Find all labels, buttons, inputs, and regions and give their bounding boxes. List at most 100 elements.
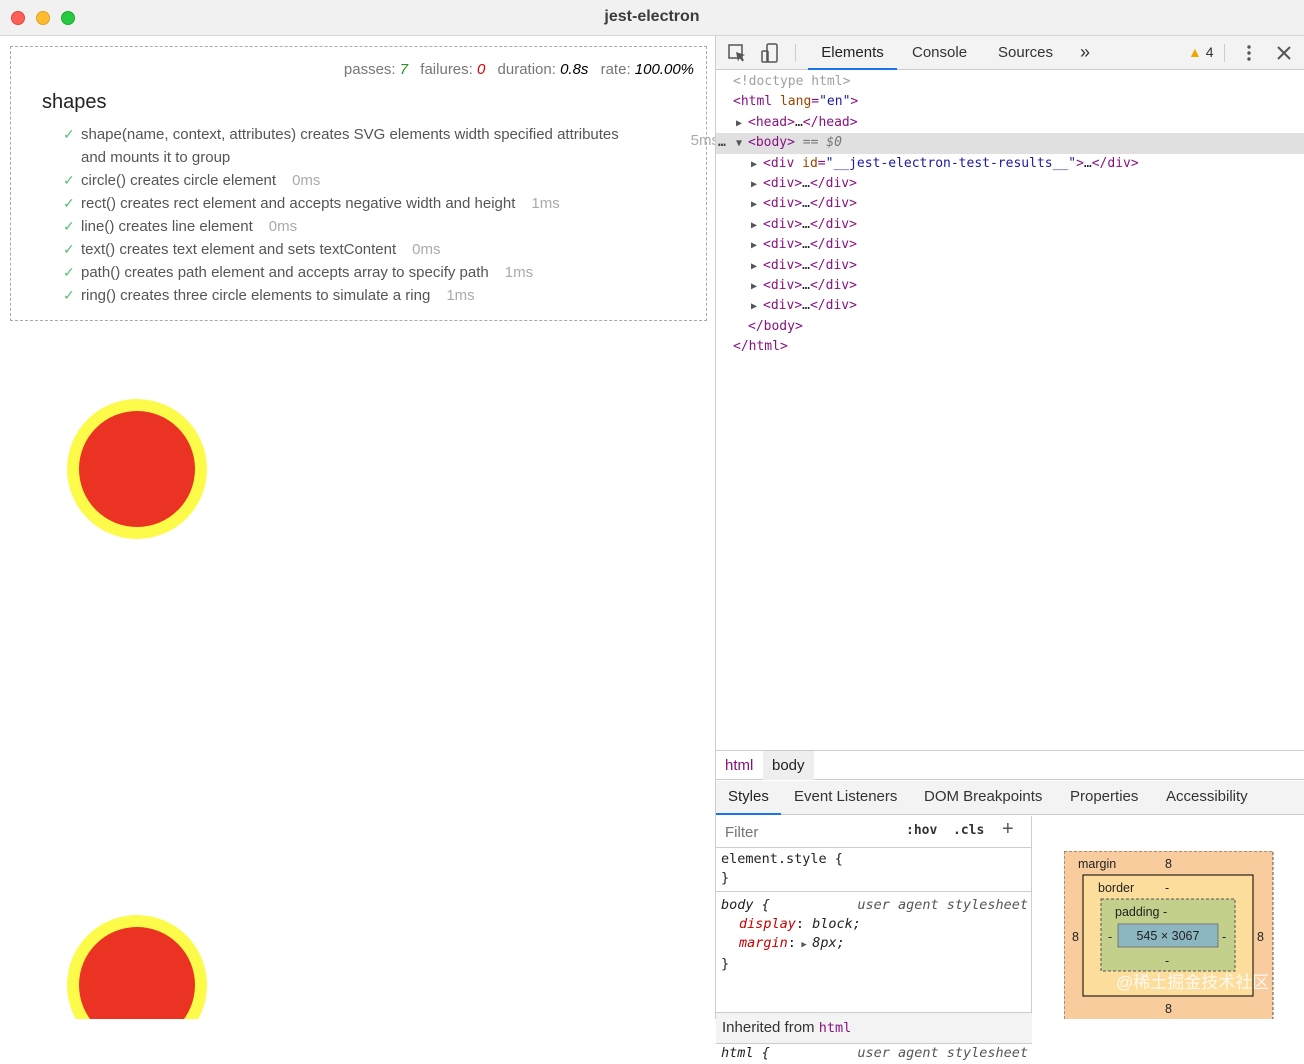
tab-dom-breakpoints[interactable]: DOM Breakpoints: [924, 781, 1042, 815]
tag-name: div: [770, 298, 795, 314]
tag-name: html: [740, 94, 773, 110]
expand-triangle-icon[interactable]: ▶: [751, 277, 763, 297]
device-toolbar-icon[interactable]: [759, 42, 781, 64]
expand-triangle-icon[interactable]: ▶: [751, 257, 763, 277]
test-duration: 1ms: [446, 287, 475, 304]
check-icon: ✓: [63, 195, 75, 211]
dom-html-node[interactable]: <html lang="en">: [716, 92, 1304, 112]
kebab-menu-icon[interactable]: [1238, 42, 1260, 64]
tag-name: div: [1107, 155, 1131, 171]
rule-selector[interactable]: html {: [721, 1045, 770, 1061]
dom-div-node[interactable]: ▶ <div>…</div>: [716, 235, 1304, 255]
collapse-triangle-icon[interactable]: ▼: [736, 134, 748, 154]
tag-name: div: [770, 155, 795, 171]
inspect-element-icon[interactable]: [726, 42, 748, 64]
expand-triangle-icon[interactable]: ▶: [751, 175, 763, 195]
css-prop-name[interactable]: margin: [739, 935, 788, 951]
more-actions-dots[interactable]: …: [718, 133, 726, 153]
test-duration: 0ms: [412, 241, 441, 258]
padding-left-value[interactable]: -: [1108, 930, 1112, 944]
tag-name: div: [770, 257, 795, 273]
tab-sources[interactable]: Sources: [998, 36, 1053, 70]
margin-top-value[interactable]: 8: [1165, 857, 1172, 871]
collapsed-ellipsis: …: [794, 114, 803, 130]
collapsed-ellipsis: …: [802, 216, 810, 232]
rule-selector[interactable]: body {: [721, 897, 770, 913]
css-prop-value[interactable]: 8px;: [812, 935, 845, 951]
tab-accessibility[interactable]: Accessibility: [1166, 781, 1248, 815]
dom-div-node[interactable]: ▶ <div>…</div>: [716, 174, 1304, 194]
more-tabs-button[interactable]: »: [1080, 36, 1090, 70]
tag-name: div: [770, 216, 795, 232]
results-panel: passes: 7 failures: 0 duration: 0.8s rat…: [10, 46, 715, 321]
check-icon: ✓: [63, 126, 75, 142]
css-prop-name[interactable]: display: [739, 916, 796, 932]
margin-bottom-value[interactable]: 8: [1165, 1002, 1172, 1016]
test-name: rect() creates rect element and accepts …: [81, 195, 516, 212]
padding-bottom-value[interactable]: -: [1165, 954, 1169, 968]
tag-name: div: [825, 277, 850, 293]
body-style-rule: body {user agent stylesheet display: blo…: [716, 896, 1032, 1010]
dom-doctype[interactable]: <!doctype html>: [716, 72, 1304, 92]
tab-elements[interactable]: Elements: [808, 36, 897, 70]
tab-console[interactable]: Console: [912, 36, 967, 70]
content-size[interactable]: 545 × 3067: [1137, 929, 1200, 943]
border-value[interactable]: -: [1165, 881, 1169, 895]
inherited-tag-link[interactable]: html: [819, 1020, 852, 1036]
expand-triangle-icon[interactable]: ▶: [751, 195, 763, 215]
dom-head-node[interactable]: ▶ <head>…</head>: [716, 113, 1304, 133]
window-title: jest-electron: [604, 8, 700, 25]
test-duration: 0ms: [292, 172, 321, 189]
breadcrumb-html[interactable]: html: [725, 757, 753, 774]
warnings-counter[interactable]: ▲ 4: [1188, 44, 1214, 60]
margin-left-value[interactable]: 8: [1072, 930, 1079, 944]
collapsed-ellipsis: …: [802, 298, 810, 314]
selected-marker: == $0: [802, 135, 842, 151]
check-icon: ✓: [63, 241, 75, 257]
css-prop-value[interactable]: block;: [812, 916, 861, 932]
rule-close: }: [721, 870, 730, 886]
test-name: shape(name, context, attributes) creates…: [81, 126, 619, 143]
duration-label: duration:: [497, 61, 556, 78]
dom-div-node[interactable]: ▶ <div>…</div>: [716, 276, 1304, 296]
dom-div-node[interactable]: ▶ <div>…</div>: [716, 215, 1304, 235]
dom-div-node[interactable]: ▶ <div>…</div>: [716, 194, 1304, 214]
expand-triangle-icon[interactable]: ▶: [751, 236, 763, 256]
hover-state-toggle[interactable]: :hov: [906, 823, 937, 838]
ring-inner-circle: [79, 411, 195, 527]
tab-styles[interactable]: Styles: [716, 781, 781, 815]
check-icon: ✓: [63, 172, 75, 188]
test-item: ✓ rect() creates rect element and accept…: [63, 192, 703, 215]
dom-body-node[interactable]: … ▼ <body> == $0: [716, 133, 1304, 154]
dom-html-close[interactable]: </html>: [716, 337, 1304, 357]
close-icon[interactable]: [1273, 42, 1295, 64]
tab-properties[interactable]: Properties: [1070, 781, 1138, 815]
dom-div-node[interactable]: ▶ <div>…</div>: [716, 296, 1304, 316]
tab-event-listeners[interactable]: Event Listeners: [794, 781, 897, 815]
dom-div-node[interactable]: ▶ <div id="__jest-electron-test-results__…: [716, 154, 1304, 174]
expand-triangle-icon[interactable]: ▶: [751, 155, 763, 175]
rule-close: }: [721, 956, 730, 972]
padding-right-value[interactable]: -: [1222, 930, 1226, 944]
styles-filter-row: :hov .cls +: [716, 816, 1032, 848]
rule-selector[interactable]: element.style {: [721, 850, 1032, 869]
ring-shape: [67, 915, 207, 1019]
expand-triangle-icon[interactable]: ▶: [736, 114, 748, 134]
rule-source: user agent stylesheet: [857, 1045, 1028, 1061]
test-item: ✓ shape(name, context, attributes) creat…: [63, 123, 715, 169]
breadcrumb-body[interactable]: body: [763, 751, 814, 780]
dom-div-node[interactable]: ▶ <div>…</div>: [716, 256, 1304, 276]
dom-body-close[interactable]: </body>: [716, 317, 1304, 337]
expand-triangle-icon[interactable]: ▶: [796, 940, 812, 950]
class-toggle[interactable]: .cls: [953, 823, 984, 838]
rate-label: rate:: [600, 61, 631, 78]
styles-filter-input[interactable]: [719, 819, 893, 845]
margin-right-value[interactable]: 8: [1257, 930, 1264, 944]
toolbar-divider: [795, 44, 796, 62]
expand-triangle-icon[interactable]: ▶: [751, 297, 763, 317]
new-style-rule-button[interactable]: +: [1002, 818, 1014, 841]
test-name-block: shape(name, context, attributes) creates…: [81, 123, 641, 169]
failures-label: failures:: [420, 61, 473, 78]
test-item: ✓ line() creates line element 0ms: [63, 215, 703, 238]
expand-triangle-icon[interactable]: ▶: [751, 216, 763, 236]
